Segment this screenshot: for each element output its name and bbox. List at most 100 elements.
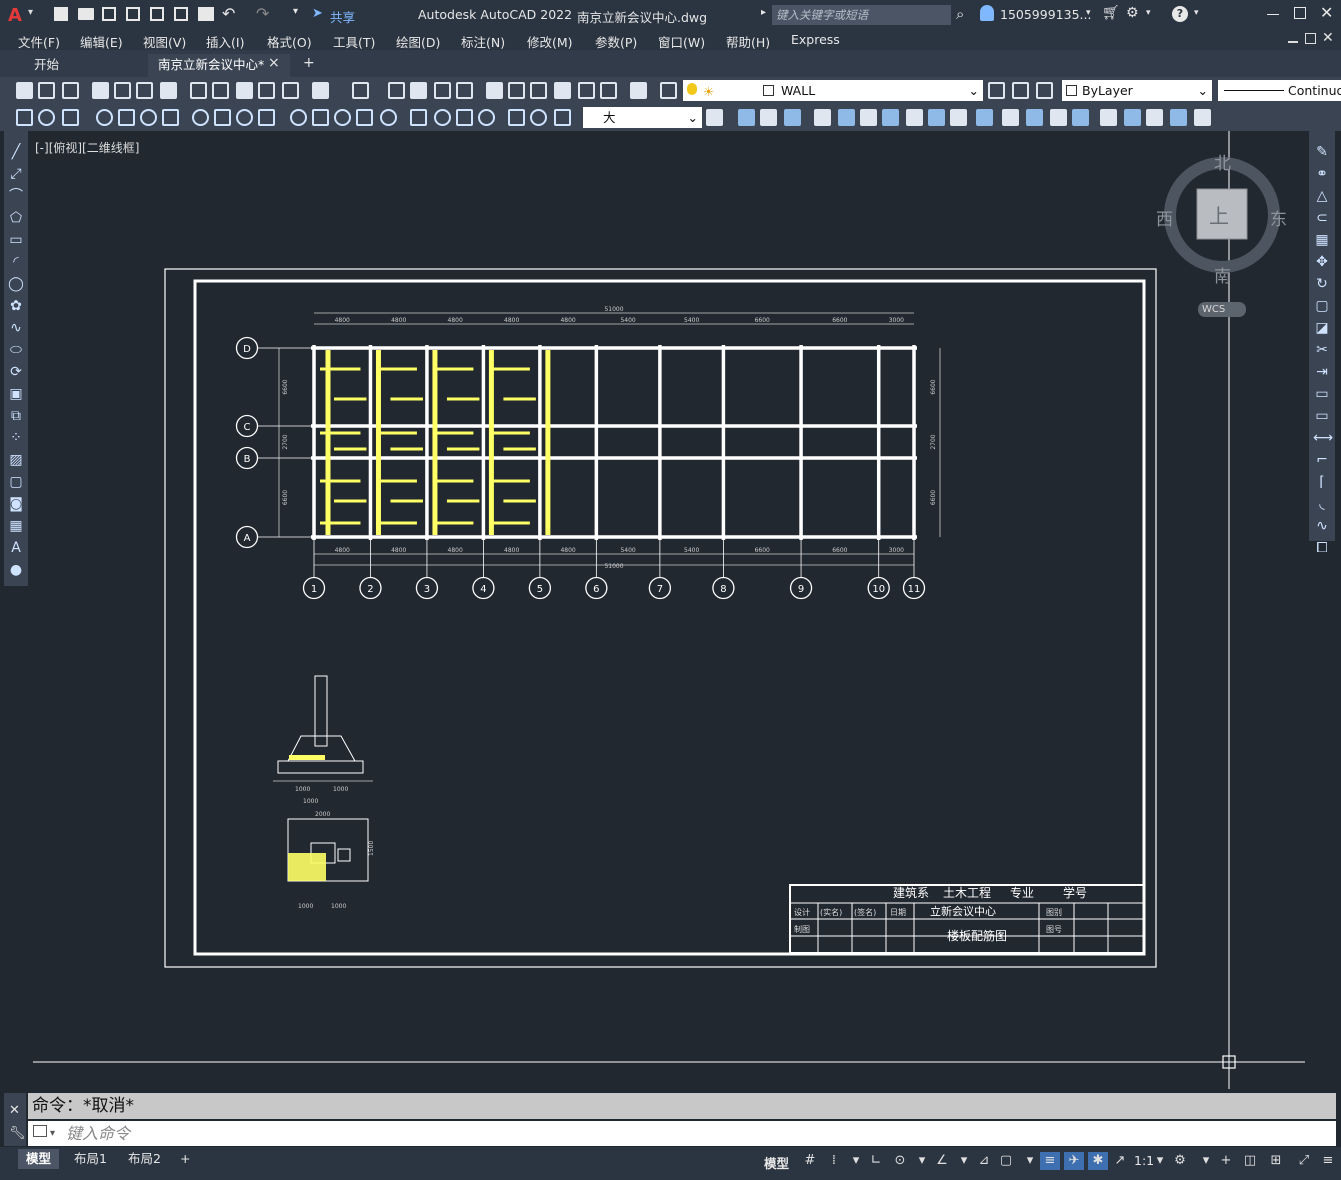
- draw-tool-5-icon[interactable]: ▭: [7, 231, 25, 249]
- toolbar2-tool-15-icon[interactable]: [356, 109, 373, 126]
- toolbar2-tool-4-icon[interactable]: [96, 109, 113, 126]
- menu-help[interactable]: 帮助(H): [726, 32, 770, 51]
- modify-tool-17-icon[interactable]: [1100, 109, 1117, 126]
- toolbar1-tool-17-icon[interactable]: [434, 82, 451, 99]
- doc-minimize-icon[interactable]: [1288, 41, 1298, 43]
- toolbar2-tool-11-icon[interactable]: [258, 109, 275, 126]
- menu-dimension[interactable]: 标注(N): [461, 32, 505, 51]
- toolbar2-tool-5-icon[interactable]: [118, 109, 135, 126]
- modify-tool-18-icon[interactable]: [1124, 109, 1141, 126]
- toolbar2-tool-13-icon[interactable]: [312, 109, 329, 126]
- modify-tool-6-icon[interactable]: [838, 109, 855, 126]
- status-toggle-1-icon[interactable]: #: [800, 1152, 820, 1170]
- tab-close-icon[interactable]: ×: [268, 55, 280, 71]
- modify-tool-14-icon[interactable]: [1026, 109, 1043, 126]
- toolbar1-tool-23-icon[interactable]: [578, 82, 595, 99]
- menu-file[interactable]: 文件(F): [18, 32, 60, 51]
- toolbar1-tool-25-icon[interactable]: [630, 82, 647, 99]
- modify-side-tool-13-icon[interactable]: ▭: [1313, 407, 1331, 425]
- modify-tool-1-icon[interactable]: [706, 109, 723, 126]
- modify-tool-20-icon[interactable]: [1170, 109, 1187, 126]
- toolbar1-tool-22-icon[interactable]: [554, 82, 571, 99]
- draw-tool-19-icon[interactable]: A: [7, 539, 25, 557]
- toolbar1-tool-12-icon[interactable]: [282, 82, 299, 99]
- maximize-icon[interactable]: [1294, 7, 1306, 19]
- draw-tool-17-icon[interactable]: ◙: [7, 495, 25, 513]
- modify-tool-9-icon[interactable]: [906, 109, 923, 126]
- modify-side-tool-2-icon[interactable]: ⚭: [1313, 165, 1331, 183]
- search-input[interactable]: 键入关键字或短语: [772, 5, 951, 25]
- toolbar2-tool-10-icon[interactable]: [236, 109, 253, 126]
- draw-tool-3-icon[interactable]: ⌒: [7, 187, 25, 205]
- status-toggle-19-icon[interactable]: +: [1216, 1152, 1236, 1170]
- modify-side-tool-4-icon[interactable]: ⊂: [1313, 209, 1331, 227]
- qat-open-icon[interactable]: [78, 8, 94, 20]
- dimstyle-combo[interactable]: 大 ⌄: [583, 107, 702, 128]
- toolbar2-tool-21-icon[interactable]: [508, 109, 525, 126]
- toolbar2-tool-9-icon[interactable]: [214, 109, 231, 126]
- help-icon[interactable]: ?: [1172, 6, 1188, 22]
- toolbar2-tool-16-icon[interactable]: [380, 109, 397, 126]
- viewcube-west[interactable]: 西: [1156, 205, 1173, 230]
- status-toggle-22-icon[interactable]: ⤢: [1294, 1152, 1314, 1170]
- toolbar1-tool-5-icon[interactable]: [114, 82, 131, 99]
- status-toggle-12-icon[interactable]: ≡: [1040, 1152, 1060, 1170]
- layer-tool-3-icon[interactable]: [1036, 82, 1053, 99]
- modify-side-tool-5-icon[interactable]: ▦: [1313, 231, 1331, 249]
- toolbar1-tool-11-icon[interactable]: [258, 82, 275, 99]
- menu-draw[interactable]: 绘图(D): [396, 32, 440, 51]
- drawing-canvas[interactable]: [-][俯视][二维线框] 51000 51000 4800 4800 4800 4800…: [33, 131, 1305, 1089]
- menu-format[interactable]: 格式(O): [267, 32, 312, 51]
- status-toggle-18-icon[interactable]: ▾: [1196, 1152, 1216, 1170]
- toolbar1-tool-20-icon[interactable]: [508, 82, 525, 99]
- viewcube-north[interactable]: 北: [1214, 149, 1231, 174]
- modify-tool-7-icon[interactable]: [860, 109, 877, 126]
- modify-side-tool-11-icon[interactable]: ⇥: [1313, 363, 1331, 381]
- status-toggle-20-icon[interactable]: ◫: [1240, 1152, 1260, 1170]
- close-icon[interactable]: ✕: [1320, 3, 1333, 22]
- command-close-icon[interactable]: ✕: [9, 1103, 20, 1118]
- status-toggle-11-icon[interactable]: ▾: [1020, 1152, 1040, 1170]
- toolbar1-tool-7-icon[interactable]: [160, 82, 177, 99]
- modify-side-tool-10-icon[interactable]: ✂: [1313, 341, 1331, 359]
- toolbar2-tool-14-icon[interactable]: [334, 109, 351, 126]
- status-toggle-13-icon[interactable]: ✈: [1064, 1152, 1084, 1170]
- toolbar2-tool-17-icon[interactable]: [410, 109, 427, 126]
- layout-tab-layout2[interactable]: 布局2: [120, 1149, 169, 1169]
- layer-combo[interactable]: ☀ WALL ⌄: [683, 80, 983, 101]
- qat-saveas-icon[interactable]: [126, 7, 140, 21]
- help-dropdown-icon[interactable]: ▾: [1194, 8, 1199, 18]
- modify-side-tool-8-icon[interactable]: ▢: [1313, 297, 1331, 315]
- toolbar1-tool-19-icon[interactable]: [486, 82, 503, 99]
- modify-tool-12-icon[interactable]: [976, 109, 993, 126]
- status-toggle-2-icon[interactable]: ⁞: [824, 1152, 844, 1170]
- toolbar2-tool-2-icon[interactable]: [38, 109, 55, 126]
- status-model-button[interactable]: 模型: [764, 1153, 789, 1172]
- layout-tab-layout1[interactable]: 布局1: [66, 1149, 115, 1169]
- modify-side-tool-16-icon[interactable]: ⌈: [1313, 473, 1331, 491]
- menu-parametric[interactable]: 参数(P): [595, 32, 637, 51]
- search-expand-icon[interactable]: ▸: [761, 7, 766, 18]
- toolbar2-tool-7-icon[interactable]: [162, 109, 179, 126]
- toolbar2-tool-22-icon[interactable]: [530, 109, 547, 126]
- toolbar1-tool-21-icon[interactable]: [530, 82, 547, 99]
- toolbar1-tool-9-icon[interactable]: [212, 82, 229, 99]
- toolbar1-tool-13-icon[interactable]: [312, 82, 329, 99]
- modify-side-tool-7-icon[interactable]: ↻: [1313, 275, 1331, 293]
- toolbar1-tool-1-icon[interactable]: [16, 82, 33, 99]
- draw-tool-11-icon[interactable]: ⟳: [7, 363, 25, 381]
- toolbar1-tool-18-icon[interactable]: [456, 82, 473, 99]
- status-toggle-15-icon[interactable]: ↗: [1110, 1152, 1130, 1170]
- qat-save-icon[interactable]: [102, 7, 116, 21]
- modify-side-tool-14-icon[interactable]: ⟷: [1313, 429, 1333, 447]
- toolbar1-tool-4-icon[interactable]: [92, 82, 109, 99]
- toolbar2-tool-18-icon[interactable]: [434, 109, 451, 126]
- draw-tool-14-icon[interactable]: ⁘: [7, 429, 25, 447]
- draw-tool-2-icon[interactable]: ⤢: [7, 165, 25, 183]
- doc-restore-icon[interactable]: [1305, 33, 1316, 44]
- toolbar2-tool-1-icon[interactable]: [16, 109, 33, 126]
- toolbar2-tool-3-icon[interactable]: [62, 109, 79, 126]
- draw-tool-10-icon[interactable]: ⬭: [7, 341, 25, 359]
- search-icon[interactable]: ⌕: [956, 5, 964, 23]
- app-menu-chevron-icon[interactable]: ▾: [28, 7, 33, 18]
